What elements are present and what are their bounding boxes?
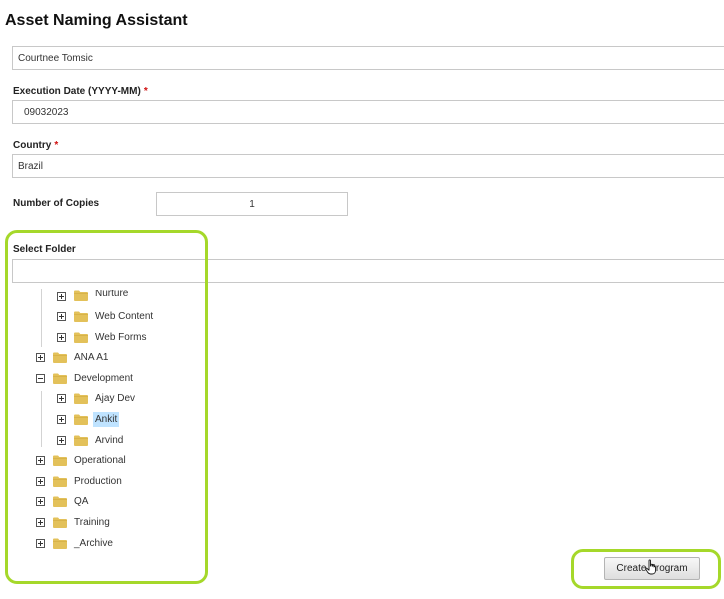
required-marker: * bbox=[143, 86, 148, 97]
page-title: Asset Naming Assistant bbox=[5, 12, 188, 29]
execution-date-label: Execution Date (YYYY-MM) * bbox=[13, 86, 148, 97]
country-value: Brazil bbox=[18, 160, 44, 172]
folder-tree-highlight bbox=[5, 230, 208, 584]
country-label: Country * bbox=[13, 140, 58, 151]
country-label-text: Country bbox=[13, 140, 52, 151]
copies-label: Number of Copies bbox=[13, 198, 100, 209]
owner-field-value: Courtnee Tomsic bbox=[18, 52, 93, 64]
required-marker: * bbox=[54, 140, 59, 151]
hand-pointer-icon bbox=[645, 559, 657, 580]
execution-date-value: 09032023 bbox=[24, 106, 69, 118]
country-select[interactable]: Brazil bbox=[12, 154, 724, 178]
execution-date-label-text: Execution Date (YYYY-MM) bbox=[13, 86, 141, 97]
owner-field[interactable]: Courtnee Tomsic bbox=[12, 46, 724, 70]
copies-value: 1 bbox=[249, 198, 255, 210]
copies-input[interactable]: 1 bbox=[156, 192, 348, 216]
execution-date-field[interactable]: 09032023 bbox=[12, 100, 724, 124]
